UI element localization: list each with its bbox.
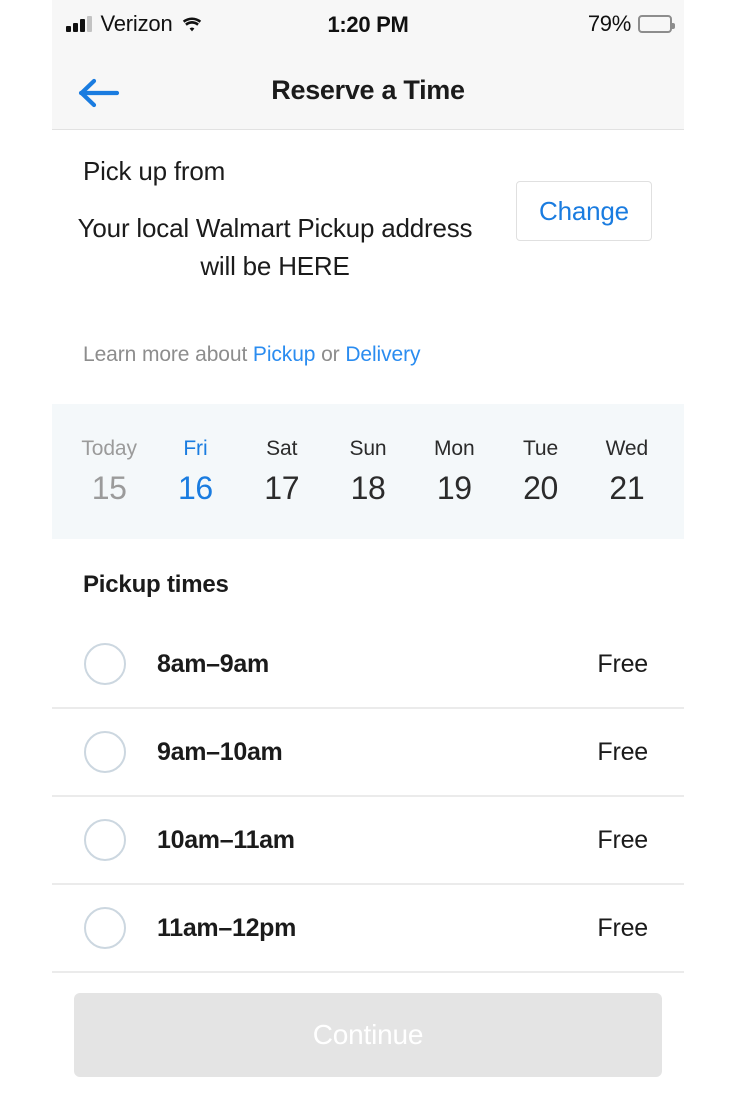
pickup-address-text: Your local Walmart Pickup address will b… xyxy=(77,213,473,281)
time-slot-price-2: Free xyxy=(597,825,648,854)
continue-button[interactable]: Continue xyxy=(74,993,662,1077)
date-cell-1[interactable]: Fri 16 xyxy=(152,437,238,507)
date-cell-4[interactable]: Mon 19 xyxy=(411,437,497,507)
date-day-2: 17 xyxy=(264,469,300,506)
time-slot-label-0: 8am–9am xyxy=(157,649,269,678)
time-slot-label-1: 9am–10am xyxy=(157,737,283,766)
page-title: Reserve a Time xyxy=(271,75,465,105)
change-address-button[interactable]: Change xyxy=(516,181,652,241)
date-day-5: 20 xyxy=(523,469,558,506)
time-slot-price-1: Free xyxy=(597,737,648,766)
time-slot-row-3[interactable]: 11am–12pm Free xyxy=(52,883,684,971)
date-cell-2[interactable]: Sat 17 xyxy=(239,437,325,507)
time-slot-row-0[interactable]: 8am–9am Free xyxy=(52,621,684,707)
pickup-from-section: Pick up from Your local Walmart Pickup a… xyxy=(52,130,684,301)
learn-more-prefix: Learn more about xyxy=(83,343,253,366)
time-slot-price-3: Free xyxy=(597,913,648,942)
time-slot-price-0: Free xyxy=(597,649,648,678)
date-dow-1: Fri xyxy=(183,436,208,460)
nav-bar: Reserve a Time xyxy=(52,55,684,130)
status-bar-right: 79% xyxy=(587,11,675,37)
time-slot-row-2[interactable]: 10am–11am Free xyxy=(52,795,684,883)
date-dow-5: Tue xyxy=(522,436,559,460)
date-picker: Today 15 Fri 16 Sat 17 Sun 18 Mon 19 Tue… xyxy=(52,404,684,539)
radio-button-icon-3[interactable] xyxy=(84,907,126,949)
footer: Continue xyxy=(52,973,684,1077)
phone-screen: Verizon 1:20 PM 79% Reserve a Time Pick … xyxy=(52,0,684,1102)
date-day-3: 18 xyxy=(350,469,386,506)
pickup-link[interactable]: Pickup xyxy=(253,343,316,366)
status-bar: Verizon 1:20 PM 79% xyxy=(52,0,684,55)
date-cell-3[interactable]: Sun 18 xyxy=(325,437,411,507)
radio-button-icon-0[interactable] xyxy=(84,643,126,685)
date-cell-5[interactable]: Tue 20 xyxy=(497,437,583,507)
radio-button-icon-1[interactable] xyxy=(84,731,126,773)
learn-more-middle: or xyxy=(315,343,346,366)
date-cell-6[interactable]: Wed 21 xyxy=(584,437,670,507)
pickup-times-list: 8am–9am Free 9am–10am Free 10am–11am Fre… xyxy=(52,621,684,973)
date-day-1: 16 xyxy=(178,469,213,506)
date-day-4: 19 xyxy=(436,469,472,506)
date-dow-0: Today xyxy=(81,436,137,460)
battery-percent-label: 79% xyxy=(587,11,631,36)
delivery-link[interactable]: Delivery xyxy=(345,343,420,366)
date-dow-6: Wed xyxy=(605,436,649,460)
pickup-address-row: Your local Walmart Pickup address will b… xyxy=(52,181,684,301)
time-slot-label-3: 11am–12pm xyxy=(157,913,297,942)
date-dow-3: Sun xyxy=(349,436,387,460)
date-day-0: 15 xyxy=(91,469,127,506)
time-slot-label-2: 10am–11am xyxy=(157,825,295,854)
radio-button-icon-2[interactable] xyxy=(84,819,126,861)
battery-icon xyxy=(638,15,675,33)
date-cell-0[interactable]: Today 15 xyxy=(66,437,152,507)
date-day-6: 21 xyxy=(609,469,645,506)
pickup-times-heading: Pickup times xyxy=(83,571,229,598)
time-slot-row-1[interactable]: 9am–10am Free xyxy=(52,707,684,795)
date-dow-2: Sat xyxy=(266,436,298,460)
date-dow-4: Mon xyxy=(433,436,475,460)
learn-more-text: Learn more about Pickup or Delivery xyxy=(83,343,684,367)
